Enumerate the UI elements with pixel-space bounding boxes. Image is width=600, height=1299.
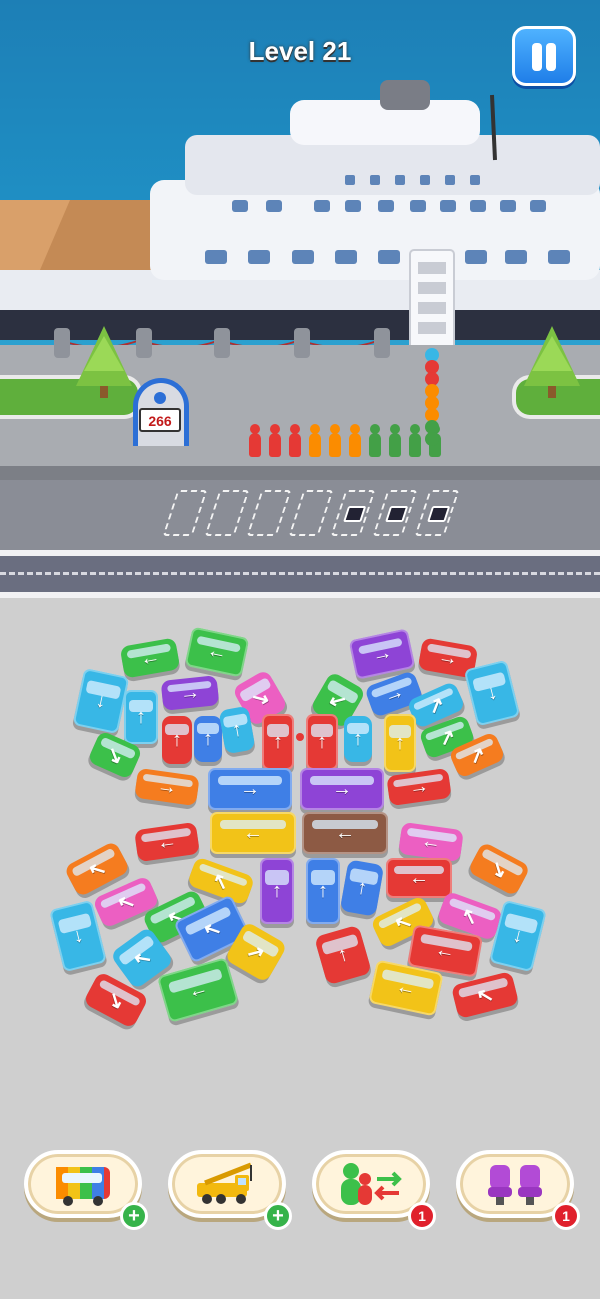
passenger	[309, 424, 321, 458]
rainbow-bus-icon	[56, 1167, 110, 1206]
direction-arrow-icon: ↘	[247, 684, 274, 713]
passenger	[389, 424, 401, 458]
seat-icon	[385, 506, 409, 522]
dock-edge	[0, 466, 600, 480]
direction-arrow-icon: ←	[394, 974, 419, 1001]
blue-car[interactable]: ↑	[194, 716, 222, 762]
booster-badge-count: 1	[408, 1202, 436, 1230]
direction-arrow-icon: ↑	[353, 727, 363, 750]
direction-arrow-icon: ↑	[136, 705, 146, 728]
lane-divider	[0, 572, 600, 575]
direction-arrow-icon: ←	[419, 829, 443, 854]
direction-arrow-icon: ↑	[272, 879, 282, 902]
direction-arrow-icon: ←	[243, 821, 263, 844]
tree-icon	[76, 326, 132, 398]
direction-arrow-icon: ↑	[317, 730, 327, 753]
level-title: Level 21	[248, 36, 352, 66]
pause-button[interactable]	[512, 26, 576, 86]
direction-arrow-icon: ↑	[318, 879, 328, 902]
purple-bus[interactable]: →	[300, 768, 384, 810]
passenger	[249, 424, 261, 458]
red-car[interactable]: ↑	[162, 716, 192, 764]
pause-icon	[532, 43, 542, 71]
blue-bus[interactable]: ↑	[306, 858, 340, 924]
pause-icon-bar	[546, 43, 556, 71]
purple-car[interactable]: →	[160, 675, 220, 711]
person-icon	[154, 392, 166, 404]
seat-icon	[343, 506, 367, 522]
direction-arrow-icon: →	[178, 680, 202, 705]
direction-arrow-icon: ↑	[203, 727, 213, 750]
booster-badge-add: +	[120, 1202, 148, 1230]
direction-arrow-icon: ←	[433, 937, 457, 964]
passenger	[289, 424, 301, 458]
booster-badge-count: 1	[552, 1202, 580, 1230]
brown-bus[interactable]: ←	[302, 812, 388, 854]
cruise-ship	[0, 80, 600, 356]
direction-arrow-icon: →	[332, 777, 352, 800]
direction-arrow-icon: ←	[335, 821, 355, 844]
swap-people-icon	[341, 1163, 402, 1205]
red-bus[interactable]: ↑	[262, 714, 294, 770]
direction-arrow-icon: ←	[409, 866, 429, 889]
direction-arrow-icon: →	[155, 774, 179, 799]
passenger	[349, 424, 361, 458]
direction-arrow-icon: ↑	[172, 728, 182, 751]
passenger	[329, 424, 341, 458]
seats-icon	[488, 1165, 542, 1205]
crane-truck-icon	[197, 1162, 252, 1204]
passenger-counter: 266	[139, 408, 181, 432]
boarding-queue	[425, 348, 439, 446]
direction-arrow-icon: ↑	[273, 730, 283, 753]
blocker-dot	[296, 733, 304, 741]
passenger	[269, 424, 281, 458]
seat-icon	[427, 506, 451, 522]
red-bus[interactable]: ↑	[306, 714, 338, 770]
red-bus[interactable]: ←	[386, 858, 452, 898]
cyan-bus[interactable]: ↑	[124, 690, 158, 744]
cyan-car[interactable]: ↑	[344, 716, 372, 762]
booster-badge-add: +	[264, 1202, 292, 1230]
direction-arrow-icon: ←	[205, 638, 230, 665]
purple-bus[interactable]: ↑	[260, 858, 294, 924]
direction-arrow-icon: ←	[138, 644, 162, 671]
yellow-bus[interactable]: ↑	[384, 714, 416, 772]
blue-bus[interactable]: →	[208, 768, 292, 810]
direction-arrow-icon: ←	[155, 829, 179, 854]
tree-icon	[524, 326, 580, 398]
passenger	[369, 424, 381, 458]
direction-arrow-icon: →	[407, 774, 431, 799]
direction-arrow-icon: →	[436, 644, 460, 671]
direction-arrow-icon: →	[240, 777, 260, 800]
yellow-bus[interactable]: ←	[210, 812, 296, 854]
direction-arrow-icon: ↑	[395, 731, 405, 754]
